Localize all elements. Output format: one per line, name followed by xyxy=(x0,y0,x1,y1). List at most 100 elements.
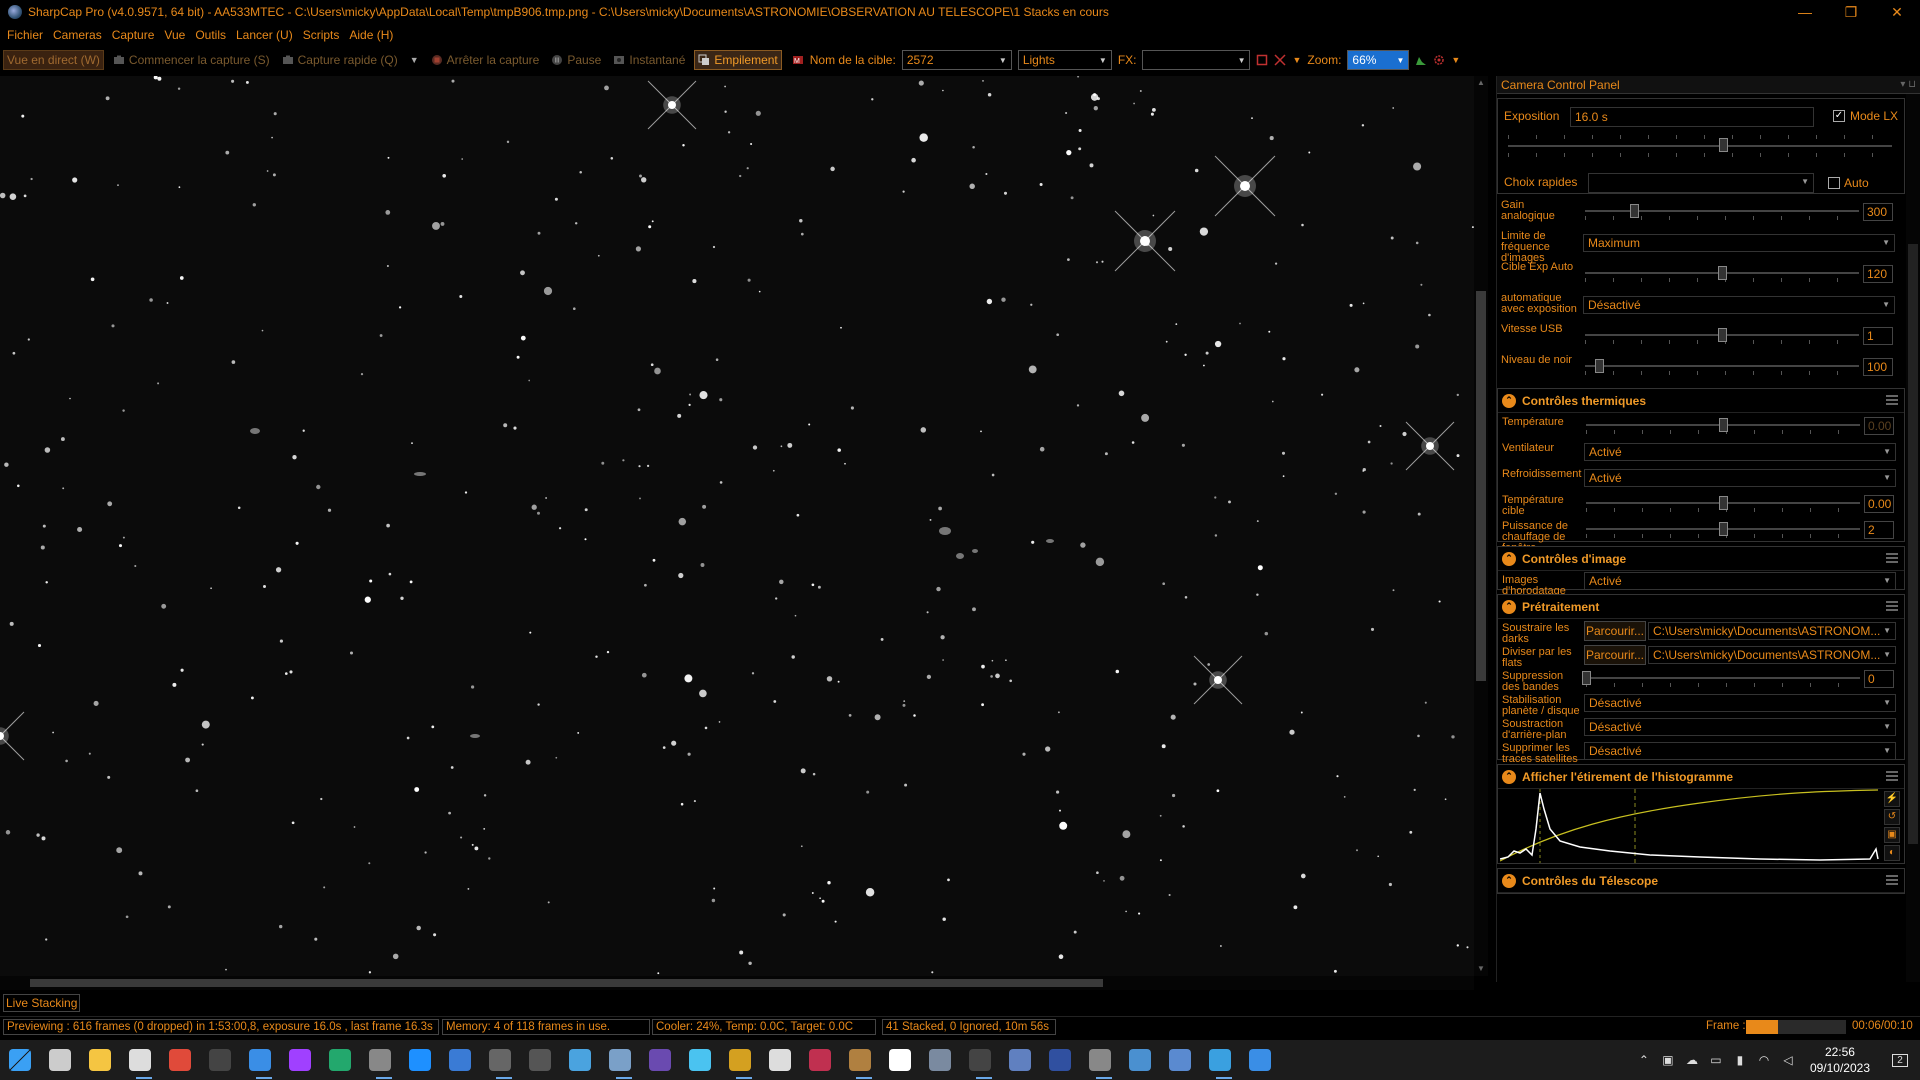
camera-slider-thumb[interactable] xyxy=(1630,203,1640,218)
camera-value-input[interactable]: 100 xyxy=(1863,357,1893,376)
taskbar-app[interactable] xyxy=(560,1040,600,1080)
taskbar-app[interactable] xyxy=(600,1040,640,1080)
contrast-icon[interactable]: ◐ xyxy=(1884,845,1900,861)
menu-aide[interactable]: Aide (H) xyxy=(344,24,398,46)
exposure-slider-track[interactable] xyxy=(1508,145,1892,147)
taskbar-app[interactable] xyxy=(1160,1040,1200,1080)
thermal-slider-thumb[interactable] xyxy=(1719,522,1728,536)
menu-capture[interactable]: Capture xyxy=(107,24,160,46)
taskbar-app[interactable] xyxy=(280,1040,320,1080)
menu-scripts[interactable]: Scripts xyxy=(298,24,345,46)
quick-choice-dropdown[interactable]: ▼ xyxy=(1588,173,1814,193)
mode-lx-checkbox[interactable]: ✓ xyxy=(1833,110,1845,122)
taskbar-app[interactable] xyxy=(1040,1040,1080,1080)
pause-button[interactable]: Pause xyxy=(548,50,604,70)
preprocessing-slider-track[interactable] xyxy=(1586,677,1860,679)
preprocessing-value-input[interactable]: 0 xyxy=(1864,670,1894,688)
gear-icon[interactable] xyxy=(1433,54,1445,66)
taskbar-app[interactable] xyxy=(320,1040,360,1080)
taskbar-app[interactable] xyxy=(1240,1040,1280,1080)
stop-capture-button[interactable]: Arrêter la capture xyxy=(428,50,543,70)
taskbar-app[interactable] xyxy=(520,1040,560,1080)
preprocessing-header[interactable]: ⌃ Prétraitement xyxy=(1498,595,1904,619)
collapse-icon[interactable]: ⌃ xyxy=(1502,769,1516,784)
taskbar-app[interactable] xyxy=(760,1040,800,1080)
image-viewport[interactable] xyxy=(0,76,1474,976)
panel-scrollbar[interactable] xyxy=(1906,94,1920,982)
taskbar-app[interactable] xyxy=(80,1040,120,1080)
viewport-vertical-scrollbar[interactable]: ▲ ▼ xyxy=(1474,76,1488,976)
zoom-combo[interactable]: 66% ▼ xyxy=(1347,50,1410,70)
notifications-icon[interactable]: 2 xyxy=(1880,1040,1920,1080)
collapse-icon[interactable]: ⌃ xyxy=(1502,551,1516,566)
histogram-icon[interactable] xyxy=(1415,54,1427,66)
chevron-down-icon[interactable]: ▼ xyxy=(1292,55,1301,65)
viewport-horizontal-scrollbar[interactable] xyxy=(0,976,1474,990)
menu-fichier[interactable]: Fichier xyxy=(2,24,48,46)
reset-icon[interactable]: ↺ xyxy=(1884,809,1900,825)
scroll-up-icon[interactable]: ▲ xyxy=(1474,76,1488,90)
camera-value-input[interactable]: 120 xyxy=(1863,264,1893,283)
thermal-value-input[interactable]: 0.00 xyxy=(1864,495,1894,513)
taskbar-app[interactable] xyxy=(120,1040,160,1080)
camera-tray-icon[interactable]: ▣ xyxy=(1656,1040,1680,1080)
cloud-icon[interactable]: ☁ xyxy=(1680,1040,1704,1080)
taskbar-app[interactable] xyxy=(880,1040,920,1080)
menu-icon[interactable] xyxy=(1886,875,1898,885)
taskbar-app[interactable] xyxy=(960,1040,1000,1080)
menu-icon[interactable] xyxy=(1886,553,1898,563)
clock[interactable]: 22:56 09/10/2023 xyxy=(1800,1044,1880,1076)
stacking-button[interactable]: Empilement xyxy=(694,50,782,70)
camera-dropdown[interactable]: Désactivé ▼ xyxy=(1583,295,1895,314)
chevron-up-icon[interactable]: ⌃ xyxy=(1632,1040,1656,1080)
preprocessing-file-dropdown[interactable]: C:\Users\micky\Documents\ASTRONOM... ▼ xyxy=(1648,622,1896,640)
taskbar-app[interactable] xyxy=(0,1040,40,1080)
thermal-slider-thumb[interactable] xyxy=(1719,418,1728,432)
quick-capture-button[interactable]: Capture rapide (Q) ▼ xyxy=(279,50,422,70)
selection-rect-icon[interactable] xyxy=(1256,54,1268,66)
camera-slider-thumb[interactable] xyxy=(1718,327,1727,342)
start-capture-button[interactable]: Commencer la capture (S) xyxy=(110,50,273,70)
volume-icon[interactable]: ◁ xyxy=(1776,1040,1800,1080)
collapse-icon[interactable]: ⌃ xyxy=(1502,393,1516,408)
taskbar-app[interactable] xyxy=(1200,1040,1240,1080)
panel-scroll-thumb[interactable] xyxy=(1908,244,1918,844)
histogram-graph[interactable] xyxy=(1500,789,1880,863)
preprocessing-dropdown[interactable]: Désactivé ▼ xyxy=(1584,718,1896,736)
lightning-icon[interactable]: ⚡ xyxy=(1884,791,1900,807)
menu-lancer[interactable]: Lancer (U) xyxy=(231,24,298,46)
taskbar-app[interactable] xyxy=(640,1040,680,1080)
menu-outils[interactable]: Outils xyxy=(190,24,231,46)
preprocessing-dropdown[interactable]: Désactivé ▼ xyxy=(1584,742,1896,760)
image-dropdown[interactable]: Activé ▼ xyxy=(1584,572,1896,590)
preprocessing-browse-button[interactable]: Parcourir... xyxy=(1584,621,1646,641)
snapshot-button[interactable]: Instantané xyxy=(610,50,688,70)
taskbar-app[interactable] xyxy=(480,1040,520,1080)
taskbar-app[interactable] xyxy=(800,1040,840,1080)
vertical-scroll-thumb[interactable] xyxy=(1476,291,1486,681)
thermal-slider-thumb[interactable] xyxy=(1719,496,1728,510)
fx-combo[interactable]: ▼ xyxy=(1142,50,1251,70)
live-stacking-tab[interactable]: Live Stacking xyxy=(3,994,81,1012)
taskbar-app[interactable] xyxy=(440,1040,480,1080)
taskbar-app[interactable] xyxy=(840,1040,880,1080)
thermal-header[interactable]: ⌃ Contrôles thermiques xyxy=(1498,389,1904,413)
camera-slider-thumb[interactable] xyxy=(1594,358,1604,373)
thermal-value-input[interactable]: 2 xyxy=(1864,521,1894,539)
taskbar-app[interactable] xyxy=(200,1040,240,1080)
menu-vue[interactable]: Vue xyxy=(159,24,190,46)
chevron-down-icon[interactable]: ▼ xyxy=(1451,55,1460,65)
camera-slider-track[interactable] xyxy=(1585,209,1859,212)
collapse-icon[interactable]: ⌃ xyxy=(1502,599,1516,614)
menu-icon[interactable] xyxy=(1886,395,1898,405)
menu-cameras[interactable]: Cameras xyxy=(48,24,107,46)
camera-value-input[interactable]: 1 xyxy=(1863,326,1893,345)
thermal-dropdown[interactable]: Activé ▼ xyxy=(1584,469,1896,487)
crosshair-icon[interactable] xyxy=(1274,54,1287,66)
minimize-button[interactable]: — xyxy=(1782,0,1828,24)
live-view-button[interactable]: Vue en direct (W) xyxy=(3,50,104,70)
taskbar-app[interactable] xyxy=(240,1040,280,1080)
histogram-header[interactable]: ⌃ Afficher l'étirement de l'histogramme xyxy=(1498,765,1904,789)
camera-value-input[interactable]: 300 xyxy=(1863,202,1893,221)
telescope-header[interactable]: ⌃ Contrôles du Télescope xyxy=(1498,869,1904,893)
